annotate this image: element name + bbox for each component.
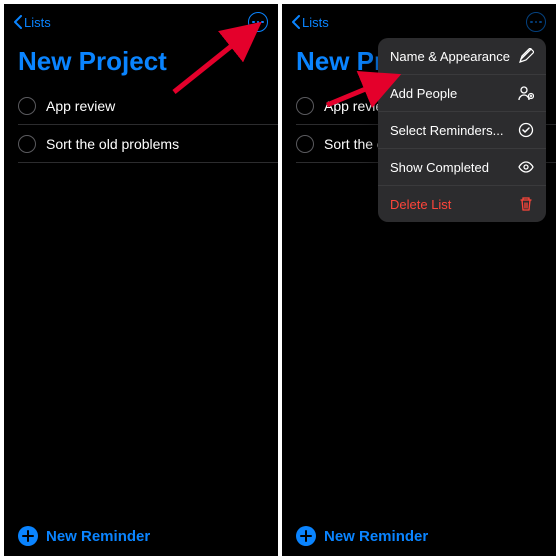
trash-icon <box>518 196 534 212</box>
menu-item-label: Show Completed <box>390 160 489 175</box>
checkbox-circle[interactable] <box>18 135 36 153</box>
eye-icon <box>518 159 534 175</box>
plus-icon <box>296 526 316 546</box>
checkbox-circle[interactable] <box>18 97 36 115</box>
back-label: Lists <box>24 15 51 30</box>
page-title: New Project <box>4 40 278 87</box>
menu-item-label: Add People <box>390 86 457 101</box>
back-label: Lists <box>302 15 329 30</box>
menu-item-delete-list[interactable]: Delete List <box>378 186 546 222</box>
plus-icon <box>18 526 38 546</box>
reminder-list: App review Sort the old problems <box>4 87 278 163</box>
menu-item-label: Name & Appearance <box>390 49 510 64</box>
back-button[interactable]: Lists <box>292 15 329 30</box>
item-label: Sort the old problems <box>46 136 179 152</box>
menu-item-add-people[interactable]: Add People <box>378 75 546 112</box>
person-add-icon <box>518 85 534 101</box>
new-reminder-button[interactable]: New Reminder <box>296 526 428 546</box>
screen-right: Lists New Proj App review Sort the old p… <box>282 4 556 556</box>
checkbox-circle[interactable] <box>296 135 314 153</box>
pencil-icon <box>518 48 534 64</box>
context-menu: Name & Appearance Add People Select Remi… <box>378 38 546 222</box>
new-reminder-label: New Reminder <box>324 528 428 545</box>
item-label: App review <box>46 98 115 114</box>
new-reminder-label: New Reminder <box>46 528 150 545</box>
more-button[interactable] <box>248 12 268 32</box>
check-circle-icon <box>518 122 534 138</box>
chevron-left-icon <box>292 15 300 29</box>
menu-item-name-appearance[interactable]: Name & Appearance <box>378 38 546 75</box>
screen-left: Lists New Project App review Sort the ol… <box>4 4 278 556</box>
ellipsis-icon <box>252 21 264 24</box>
navbar: Lists <box>282 4 556 40</box>
menu-item-select-reminders[interactable]: Select Reminders... <box>378 112 546 149</box>
list-item[interactable]: Sort the old problems <box>18 125 278 163</box>
list-item[interactable]: App review <box>18 87 278 125</box>
new-reminder-button[interactable]: New Reminder <box>18 526 150 546</box>
back-button[interactable]: Lists <box>14 15 51 30</box>
ellipsis-icon <box>530 21 542 24</box>
navbar: Lists <box>4 4 278 40</box>
menu-item-show-completed[interactable]: Show Completed <box>378 149 546 186</box>
checkbox-circle[interactable] <box>296 97 314 115</box>
menu-item-label: Delete List <box>390 197 451 212</box>
chevron-left-icon <box>14 15 22 29</box>
more-button[interactable] <box>526 12 546 32</box>
menu-item-label: Select Reminders... <box>390 123 503 138</box>
